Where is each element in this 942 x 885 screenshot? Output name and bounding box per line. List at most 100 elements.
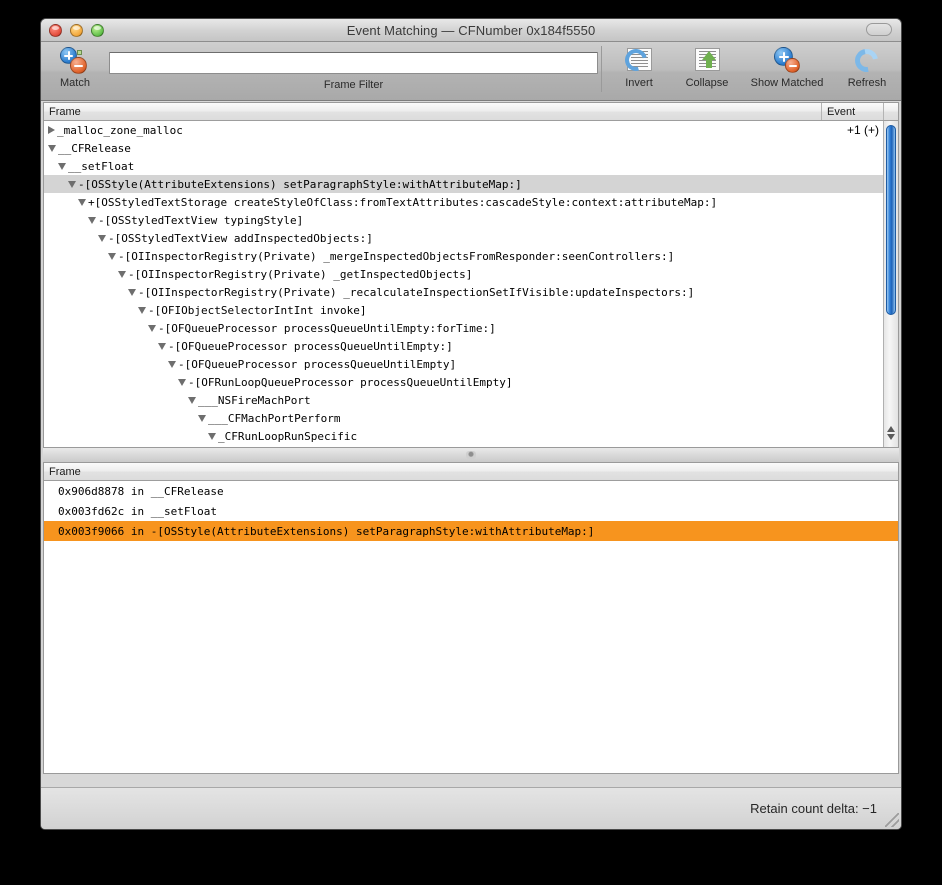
tree-row-label: -[OFRunLoopQueueProcessor processQueueUn… bbox=[188, 375, 513, 389]
tree-row[interactable]: -[OFRunLoopQueueProcessor processQueueUn… bbox=[44, 373, 883, 391]
scroll-down-arrow-icon[interactable] bbox=[887, 434, 895, 440]
disclosure-open-icon[interactable] bbox=[58, 162, 66, 170]
show-matched-icon bbox=[771, 46, 803, 76]
list-column-headers: Frame bbox=[44, 463, 898, 481]
tree-row-label: -[OIInspectorRegistry(Private) _getInspe… bbox=[128, 267, 473, 281]
toolbar-item-collapse[interactable]: Collapse bbox=[673, 42, 741, 89]
toolbar-toggle-button[interactable] bbox=[866, 23, 892, 36]
tree-row[interactable]: -[OFQueueProcessor processQueueUntilEmpt… bbox=[44, 355, 883, 373]
tree-row[interactable]: __CFRelease bbox=[44, 139, 883, 157]
tree-row-label: __setFloat bbox=[68, 159, 135, 173]
disclosure-open-icon[interactable] bbox=[188, 396, 196, 404]
tree-scrollbar-arrows[interactable] bbox=[884, 419, 898, 447]
list-column-frame[interactable]: Frame bbox=[44, 463, 898, 480]
frame-list-row[interactable]: 0x906d8878 in __CFRelease bbox=[44, 481, 898, 501]
toolbar-item-refresh-label: Refresh bbox=[847, 77, 887, 89]
frame-list-rows[interactable]: 0x906d8878 in __CFRelease 0x003fd62c in _… bbox=[44, 481, 898, 773]
call-tree-pane: Frame Event _malloc_zone_malloc +1 (+) __C… bbox=[43, 102, 899, 448]
disclosure-closed-icon[interactable] bbox=[48, 126, 55, 134]
tree-row[interactable]: -[OIInspectorRegistry(Private) _getInspe… bbox=[44, 265, 883, 283]
tree-row[interactable]: _CFRunLoopRunSpecific bbox=[44, 427, 883, 445]
tree-row[interactable]: -[OSStyledTextView typingStyle] bbox=[44, 211, 883, 229]
disclosure-open-icon[interactable] bbox=[108, 252, 116, 260]
tree-column-frame[interactable]: Frame bbox=[44, 103, 821, 120]
disclosure-open-icon[interactable] bbox=[88, 216, 96, 224]
invert-icon bbox=[620, 44, 655, 76]
tree-row[interactable]: -[OFQueueProcessor processQueueUntilEmpt… bbox=[44, 337, 883, 355]
frame-filter-label: Frame Filter bbox=[323, 79, 384, 91]
frame-list-row-label: 0x003fd62c in __setFloat bbox=[58, 504, 217, 518]
toolbar-item-collapse-label: Collapse bbox=[685, 77, 729, 89]
tree-row[interactable]: _malloc_zone_malloc +1 (+) bbox=[44, 121, 883, 139]
disclosure-open-icon[interactable] bbox=[158, 342, 166, 350]
tree-row[interactable]: -[OSStyle(AttributeExtensions) setParagr… bbox=[44, 175, 883, 193]
tree-row[interactable]: -[OFIObjectSelectorIntInt invoke] bbox=[44, 301, 883, 319]
pane-splitter[interactable] bbox=[43, 448, 899, 462]
disclosure-open-icon[interactable] bbox=[68, 180, 76, 188]
status-bar: Retain count delta: −1 bbox=[41, 787, 901, 829]
tree-vertical-scrollbar[interactable] bbox=[883, 121, 898, 447]
tree-row-label: ___CFMachPortPerform bbox=[208, 411, 341, 425]
tree-row[interactable]: __setFloat bbox=[44, 157, 883, 175]
frame-list-pane: Frame 0x906d8878 in __CFRelease 0x003fd62… bbox=[43, 462, 899, 774]
content-area: Frame Event _malloc_zone_malloc +1 (+) __C… bbox=[41, 102, 901, 774]
tree-row[interactable]: -[OIInspectorRegistry(Private) _recalcul… bbox=[44, 283, 883, 301]
toolbar-item-show-matched[interactable]: Show Matched bbox=[741, 42, 833, 89]
resize-grip-icon[interactable] bbox=[885, 813, 899, 827]
tree-row-label: -[OFQueueProcessor processQueueUntilEmpt… bbox=[158, 321, 496, 335]
tree-row[interactable]: -[OIInspectorRegistry(Private) _mergeIns… bbox=[44, 247, 883, 265]
toolbar: Match Frame Filter Invert Collapse Show … bbox=[41, 42, 901, 101]
tree-row-label: -[OIInspectorRegistry(Private) _recalcul… bbox=[138, 285, 695, 299]
tree-row-label: +[OSStyledTextStorage createStyleOfClass… bbox=[88, 195, 718, 209]
disclosure-open-icon[interactable] bbox=[138, 306, 146, 314]
scroll-up-arrow-icon[interactable] bbox=[887, 426, 895, 432]
frame-filter-input[interactable] bbox=[109, 52, 598, 74]
tree-row[interactable]: ___CFMachPortPerform bbox=[44, 409, 883, 427]
frame-list-row[interactable]: 0x003f9066 in -[OSStyle(AttributeExtensi… bbox=[44, 521, 898, 541]
toolbar-item-invert-label: Invert bbox=[625, 77, 653, 89]
tree-row-label: -[OSStyledTextView addInspectedObjects:] bbox=[108, 231, 373, 245]
tree-row-label: _CFRunLoopRunSpecific bbox=[218, 429, 358, 443]
disclosure-open-icon[interactable] bbox=[98, 234, 106, 242]
disclosure-open-icon[interactable] bbox=[168, 360, 176, 368]
frame-list-row-label: 0x906d8878 in __CFRelease bbox=[58, 484, 224, 498]
disclosure-open-icon[interactable] bbox=[48, 144, 56, 152]
tree-row[interactable]: -[OFQueueProcessor processQueueUntilEmpt… bbox=[44, 319, 883, 337]
disclosure-open-icon[interactable] bbox=[208, 432, 216, 440]
toolbar-item-invert[interactable]: Invert bbox=[605, 42, 673, 89]
tree-row-label: -[OFQueueProcessor processQueueUntilEmpt… bbox=[178, 357, 457, 371]
frame-filter-group: Frame Filter bbox=[109, 42, 598, 91]
tree-row-label: -[OSStyle(AttributeExtensions) setParagr… bbox=[78, 177, 522, 191]
tree-row[interactable]: ___NSFireMachPort bbox=[44, 391, 883, 409]
disclosure-open-icon[interactable] bbox=[128, 288, 136, 296]
collapse-icon bbox=[691, 46, 723, 76]
disclosure-open-icon[interactable] bbox=[118, 270, 126, 278]
disclosure-open-icon[interactable] bbox=[198, 414, 206, 422]
tree-column-headers: Frame Event bbox=[44, 103, 898, 121]
title-bar: Event Matching — CFNumber 0x184f5550 bbox=[41, 19, 901, 42]
frame-list-row-label: 0x003f9066 in -[OSStyle(AttributeExtensi… bbox=[58, 524, 595, 538]
toolbar-item-match-label: Match bbox=[60, 77, 90, 89]
tree-row-label: -[OFQueueProcessor processQueueUntilEmpt… bbox=[168, 339, 453, 353]
refresh-icon bbox=[850, 44, 883, 77]
disclosure-open-icon[interactable] bbox=[178, 378, 186, 386]
splitter-handle-icon[interactable] bbox=[466, 451, 476, 459]
toolbar-item-refresh[interactable]: Refresh bbox=[833, 42, 901, 89]
window-title: Event Matching — CFNumber 0x184f5550 bbox=[346, 22, 596, 38]
tree-row[interactable]: +[OSStyledTextStorage createStyleOfClass… bbox=[44, 193, 883, 211]
tree-row-label: _malloc_zone_malloc bbox=[57, 123, 183, 137]
tree-row[interactable]: -[OSStyledTextView addInspectedObjects:] bbox=[44, 229, 883, 247]
call-tree-rows[interactable]: _malloc_zone_malloc +1 (+) __CFRelease __se… bbox=[44, 121, 883, 447]
add-remove-match-icon bbox=[59, 46, 91, 76]
tree-row-label: __CFRelease bbox=[58, 141, 131, 155]
application-window: Event Matching — CFNumber 0x184f5550 Mat… bbox=[40, 18, 902, 830]
frame-list-row[interactable]: 0x003fd62c in __setFloat bbox=[44, 501, 898, 521]
tree-scrollbar-thumb[interactable] bbox=[886, 125, 896, 315]
tree-row-event-value: +1 (+) bbox=[846, 123, 879, 137]
toolbar-item-match[interactable]: Match bbox=[41, 42, 109, 89]
disclosure-open-icon[interactable] bbox=[148, 324, 156, 332]
tree-column-event[interactable]: Event bbox=[821, 103, 883, 120]
tree-row-label: -[OSStyledTextView typingStyle] bbox=[98, 213, 304, 227]
tree-row-label: -[OIInspectorRegistry(Private) _mergeIns… bbox=[118, 249, 675, 263]
disclosure-open-icon[interactable] bbox=[78, 198, 86, 206]
